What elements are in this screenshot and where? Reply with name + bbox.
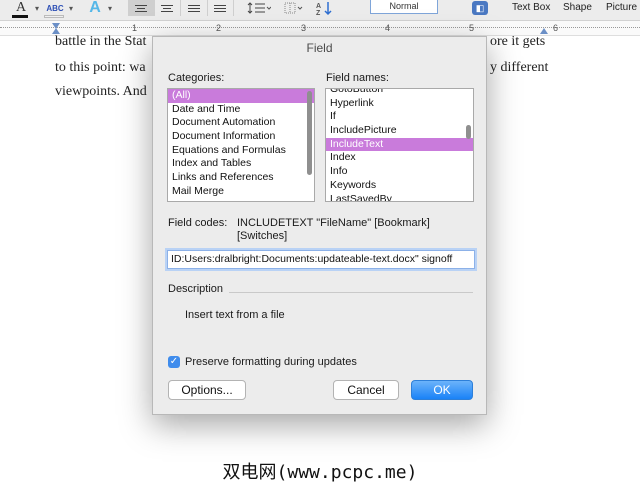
highlight-swatch [44, 15, 64, 18]
ruler-number: 5 [469, 23, 475, 33]
borders-icon[interactable] [282, 0, 306, 16]
options-button[interactable]: Options... [168, 380, 246, 400]
description-label: Description [168, 283, 224, 295]
field-name-item[interactable]: If [326, 110, 473, 124]
highlight-icon[interactable]: ABC [44, 0, 66, 16]
cancel-button[interactable]: Cancel [333, 380, 399, 400]
field-name-item[interactable]: Hyperlink [326, 97, 473, 111]
categories-scrollbar[interactable] [307, 91, 312, 199]
svg-text:A: A [316, 3, 321, 10]
align-center-icon[interactable] [155, 0, 181, 16]
ok-button[interactable]: OK [411, 380, 473, 400]
justify-icon[interactable] [208, 0, 234, 16]
line-spacing-icon[interactable] [246, 0, 272, 16]
field-name-item[interactable]: LastSavedBy [326, 193, 473, 202]
field-dialog: Field Categories: (All) Date and Time Do… [152, 36, 487, 415]
font-color-icon[interactable]: A [12, 0, 30, 16]
field-name-item[interactable]: GotoButton [326, 89, 473, 97]
alignment-group [128, 0, 234, 16]
font-color-dropdown-icon[interactable]: ▾ [33, 0, 41, 16]
description-text: Insert text from a file [185, 309, 285, 321]
category-item[interactable]: Index and Tables [168, 157, 314, 171]
field-names-label: Field names: [326, 72, 389, 84]
field-name-item[interactable]: Info [326, 165, 473, 179]
field-names-scrollbar[interactable] [466, 91, 471, 199]
field-names-list[interactable]: GotoButton Hyperlink If IncludePicture I… [325, 88, 474, 202]
category-item[interactable]: Links and References [168, 171, 314, 185]
preserve-formatting-label[interactable]: Preserve formatting during updates [185, 356, 357, 368]
ruler-number: 6 [553, 23, 559, 33]
align-right-icon[interactable] [181, 0, 208, 16]
font-color-swatch [12, 15, 28, 18]
category-item[interactable]: Date and Time [168, 103, 314, 117]
categories-label: Categories: [168, 72, 225, 84]
document-text-line: battle in the Stat [55, 34, 147, 49]
ruler-number: 2 [216, 23, 222, 33]
text-box-button[interactable]: Text Box [512, 2, 550, 13]
category-item[interactable]: Equations and Formulas [168, 144, 314, 158]
ruler-number: 4 [385, 23, 391, 33]
picture-button[interactable]: Picture [606, 2, 637, 13]
ruler-number: 3 [301, 23, 307, 33]
categories-scroll-thumb[interactable] [307, 91, 312, 175]
align-left-icon[interactable] [128, 0, 155, 16]
document-text-line: ore it gets [490, 34, 546, 49]
ruler-number: 1 [132, 23, 138, 33]
document-text-line: y different [490, 60, 549, 75]
styles-pane-icon[interactable]: ◧ [472, 1, 488, 15]
field-names-scroll-thumb[interactable] [466, 125, 471, 139]
field-name-item[interactable]: Index [326, 151, 473, 165]
field-name-item[interactable]: Keywords [326, 179, 473, 193]
document-text-line: to this point: wa [55, 60, 146, 75]
field-codes-label: Field codes: [168, 217, 228, 229]
category-item[interactable]: Mail Merge [168, 185, 314, 199]
shape-button[interactable]: Shape [563, 2, 592, 13]
field-codes-syntax: INCLUDETEXT "FileName" [Bookmark] [Switc… [237, 217, 430, 242]
watermark-text: 双电网(www.pcpc.me) [222, 462, 418, 483]
text-effects-icon[interactable]: A [84, 0, 106, 16]
style-gallery-normal[interactable]: Normal [370, 0, 438, 14]
text-effects-dropdown-icon[interactable]: ▾ [106, 0, 114, 16]
category-item[interactable]: Document Information [168, 130, 314, 144]
field-name-item[interactable]: IncludeText [326, 137, 473, 152]
category-item[interactable]: Document Automation [168, 116, 314, 130]
ribbon-toolbar: A ▾ ABC ▾ A ▾ AZ Normal ◧ Text Box Shape… [0, 0, 640, 21]
categories-list[interactable]: (All) Date and Time Document Automation … [167, 88, 315, 202]
field-codes-input[interactable]: ID:Users:dralbright:Documents:updateable… [167, 250, 475, 269]
category-item[interactable]: (All) [168, 89, 314, 103]
preserve-formatting-checkbox[interactable]: ✓ [168, 356, 180, 368]
document-text-line: viewpoints. And [55, 84, 147, 99]
highlight-dropdown-icon[interactable]: ▾ [67, 0, 75, 16]
dialog-title: Field [306, 41, 333, 55]
svg-text:Z: Z [316, 10, 321, 16]
field-name-item[interactable]: IncludePicture [326, 124, 473, 138]
sort-icon[interactable]: AZ [314, 0, 336, 16]
description-divider [229, 292, 473, 293]
